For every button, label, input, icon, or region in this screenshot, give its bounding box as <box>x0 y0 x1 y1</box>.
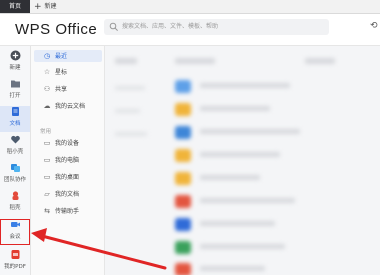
annotation-arrow <box>31 228 167 270</box>
